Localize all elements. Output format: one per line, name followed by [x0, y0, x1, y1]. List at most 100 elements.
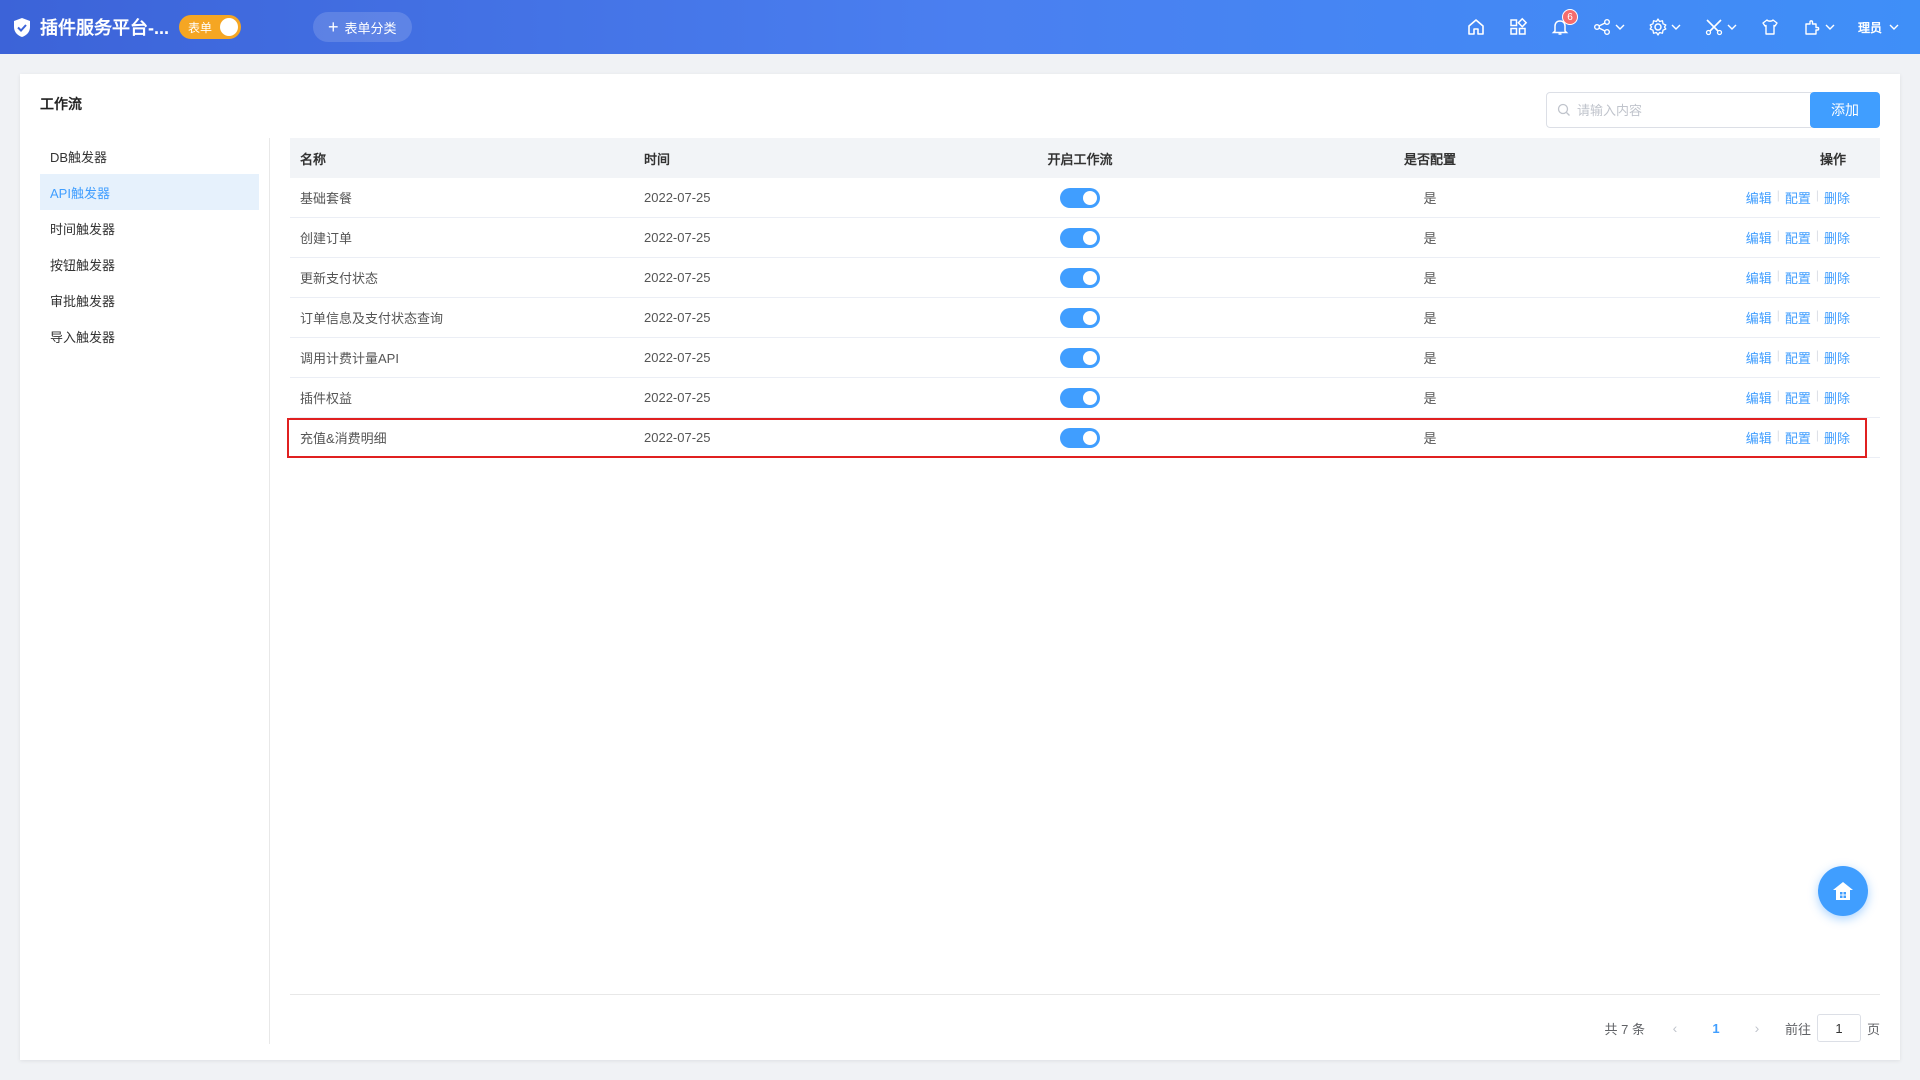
action-separator: |: [1776, 388, 1780, 402]
floating-home-button[interactable]: [1818, 866, 1868, 916]
edit-link[interactable]: 编辑: [1746, 268, 1772, 287]
plugin-icon: [1805, 20, 1820, 35]
action-separator: |: [1776, 268, 1780, 282]
top-header: 插件服务平台-... 表单 + 表单分类 6 理员: [0, 0, 1920, 54]
row-name: 更新支付状态: [300, 271, 379, 286]
workflow-card: 工作流 添加 DB触发器 API触发器 时间触发器 按钮触发器 审批触发器 导入…: [20, 74, 1900, 1060]
delete-link[interactable]: 删除: [1824, 388, 1850, 407]
table-row: 基础套餐 2022-07-25 是 编辑 | 配置 | 删除: [290, 178, 1880, 218]
row-name: 创建订单: [300, 231, 353, 246]
row-actions: 编辑 | 配置 | 删除: [1480, 388, 1880, 407]
delete-link[interactable]: 删除: [1824, 188, 1850, 207]
goto-page-input[interactable]: [1816, 1014, 1861, 1042]
config-link[interactable]: 配置: [1785, 428, 1811, 447]
enable-workflow-switch[interactable]: [1060, 387, 1100, 408]
delete-link[interactable]: 删除: [1824, 228, 1850, 247]
plus-icon: +: [328, 17, 339, 37]
edit-link[interactable]: 编辑: [1746, 388, 1772, 407]
table-row: 插件权益 2022-07-25 是 编辑 | 配置 | 删除: [290, 378, 1880, 418]
search-input[interactable]: [1577, 102, 1797, 118]
search-icon: [1557, 103, 1570, 116]
chevron-down-icon: [1671, 24, 1681, 30]
action-separator: |: [1815, 188, 1819, 202]
action-separator: |: [1815, 228, 1819, 242]
row-actions: 编辑 | 配置 | 删除: [1480, 308, 1880, 327]
table-row: 订单信息及支付状态查询 2022-07-25 是 编辑 | 配置 | 删除: [290, 298, 1880, 338]
toggle-knob: [220, 18, 238, 36]
add-category-button[interactable]: + 表单分类: [313, 12, 412, 42]
action-separator: |: [1815, 308, 1819, 322]
edit-link[interactable]: 编辑: [1746, 228, 1772, 247]
switch-knob: [1083, 390, 1097, 405]
delete-link[interactable]: 删除: [1824, 348, 1850, 367]
settings-menu[interactable]: [1648, 17, 1682, 37]
home-icon[interactable]: [1466, 17, 1486, 37]
next-page-icon[interactable]: ›: [1745, 1020, 1769, 1036]
chevron-down-icon: [1889, 24, 1899, 30]
sidebar-item-approval-trigger[interactable]: 审批触发器: [40, 282, 259, 318]
page-number[interactable]: 1: [1701, 1021, 1731, 1036]
chevron-down-icon: [1615, 24, 1625, 30]
app-title: 插件服务平台-...: [40, 18, 169, 38]
row-time: 2022-07-25: [644, 310, 711, 325]
divider: [290, 994, 1880, 995]
tools-menu[interactable]: [1704, 17, 1738, 37]
edit-link[interactable]: 编辑: [1746, 428, 1772, 447]
enable-workflow-switch[interactable]: [1060, 187, 1100, 208]
edit-link[interactable]: 编辑: [1746, 308, 1772, 327]
header-actions: 6 理员: [1444, 0, 1920, 54]
config-link[interactable]: 配置: [1785, 348, 1811, 367]
sidebar-item-import-trigger[interactable]: 导入触发器: [40, 318, 259, 354]
table-body: 基础套餐 2022-07-25 是编辑 | 配置 | 删除 创建订单 2022-07-25 是编辑…: [287, 178, 1880, 458]
user-menu[interactable]: 理员: [1858, 19, 1900, 36]
mode-toggle-label: 表单: [188, 20, 213, 35]
switch-knob: [1083, 230, 1097, 245]
search-box[interactable]: [1546, 92, 1814, 128]
notification-badge: 6: [1561, 9, 1578, 25]
sidebar-item-time-trigger[interactable]: 时间触发器: [40, 210, 259, 246]
row-time: 2022-07-25: [644, 350, 711, 365]
prev-page-icon[interactable]: ‹: [1663, 1020, 1687, 1036]
column-header-name: 名称: [300, 151, 327, 167]
delete-link[interactable]: 删除: [1824, 268, 1850, 287]
delete-link[interactable]: 删除: [1824, 308, 1850, 327]
delete-link[interactable]: 删除: [1824, 428, 1850, 447]
sidebar-item-db-trigger[interactable]: DB触发器: [40, 138, 259, 174]
config-link[interactable]: 配置: [1785, 388, 1811, 407]
column-header-enabled: 开启工作流: [1047, 151, 1113, 167]
edit-link[interactable]: 编辑: [1746, 188, 1772, 207]
share-menu[interactable]: [1592, 17, 1626, 37]
enable-workflow-switch[interactable]: [1060, 307, 1100, 328]
edit-link[interactable]: 编辑: [1746, 348, 1772, 367]
add-button[interactable]: 添加: [1810, 92, 1880, 128]
apps-grid-icon[interactable]: [1508, 17, 1528, 37]
gear-icon: [1649, 18, 1667, 36]
enable-workflow-switch[interactable]: [1060, 427, 1100, 448]
table-header: 名称 时间 开启工作流 是否配置 操作: [290, 138, 1880, 178]
config-link[interactable]: 配置: [1785, 308, 1811, 327]
bell-icon[interactable]: 6: [1550, 9, 1578, 37]
tools-icon: [1705, 19, 1723, 36]
row-name: 插件权益: [300, 391, 353, 406]
enable-workflow-switch[interactable]: [1060, 227, 1100, 248]
shirt-icon[interactable]: [1760, 17, 1780, 37]
enable-workflow-switch[interactable]: [1060, 267, 1100, 288]
home-icon: [1833, 882, 1853, 900]
row-configured: 是: [1423, 191, 1437, 206]
sidebar-item-button-trigger[interactable]: 按钮触发器: [40, 246, 259, 282]
enable-workflow-switch[interactable]: [1060, 347, 1100, 368]
action-separator: |: [1815, 348, 1819, 362]
row-name: 充值&消费明细: [300, 431, 387, 446]
row-time: 2022-07-25: [644, 230, 711, 245]
mode-toggle[interactable]: 表单: [179, 15, 241, 39]
plugin-menu[interactable]: [1802, 17, 1836, 37]
switch-knob: [1083, 350, 1097, 365]
workflow-table: 名称 时间 开启工作流 是否配置 操作 基础套餐 2022-07-25 是编辑 | 配置…: [287, 138, 1880, 458]
config-link[interactable]: 配置: [1785, 268, 1811, 287]
sidebar-item-api-trigger[interactable]: API触发器: [40, 174, 259, 210]
brand[interactable]: 插件服务平台-...: [12, 14, 169, 40]
row-time: 2022-07-25: [644, 430, 711, 445]
config-link[interactable]: 配置: [1785, 188, 1811, 207]
config-link[interactable]: 配置: [1785, 228, 1811, 247]
column-header-configured: 是否配置: [1403, 151, 1456, 167]
